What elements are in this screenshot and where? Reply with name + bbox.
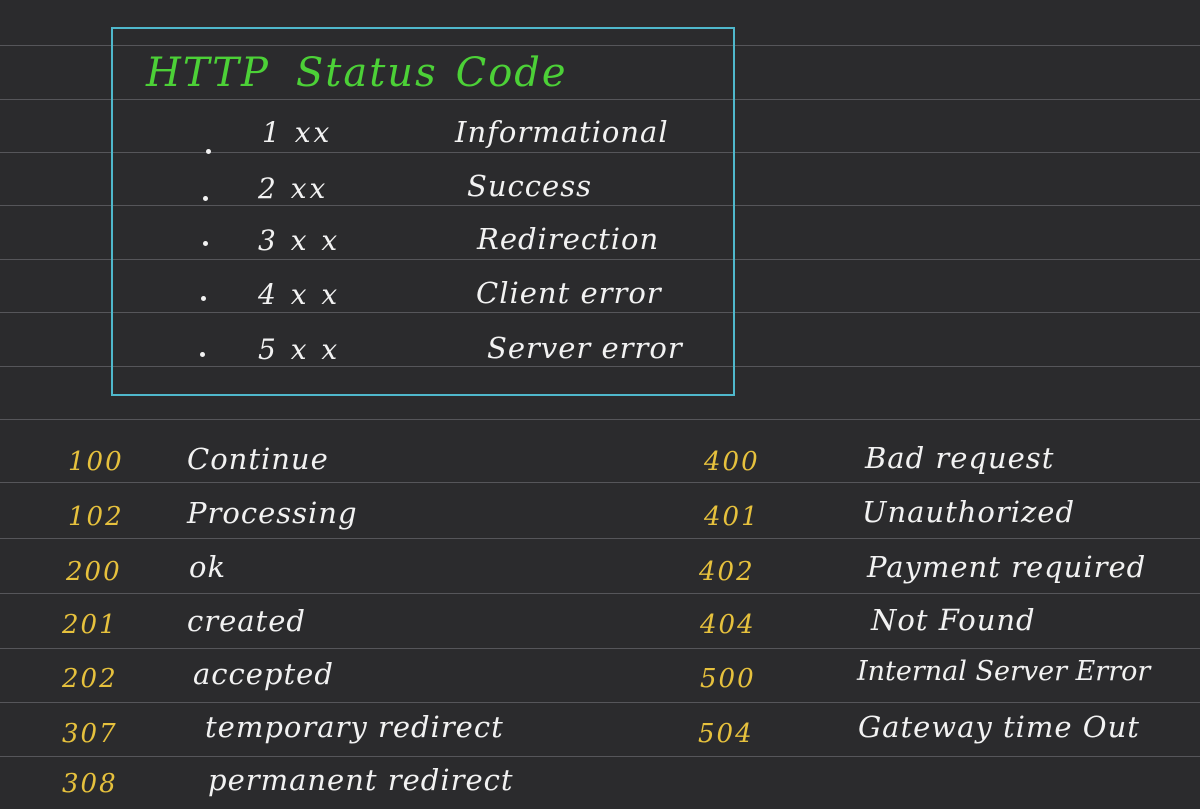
title-word-http: HTTP <box>146 50 270 96</box>
status-description: temporary redirect <box>205 710 504 744</box>
status-code: 201 <box>62 610 118 640</box>
ruled-line <box>0 702 1200 703</box>
status-description: Bad request <box>865 441 1055 475</box>
status-code: 102 <box>68 502 124 532</box>
title-word-code: Code <box>455 50 568 96</box>
class-name: Server error <box>487 331 683 365</box>
class-name: Redirection <box>477 222 660 256</box>
status-description: ok <box>189 550 227 584</box>
class-code: 5 x x <box>258 333 341 366</box>
status-code: 100 <box>68 447 124 477</box>
bullet-dot <box>201 296 206 301</box>
ruled-line <box>0 648 1200 649</box>
status-code: 402 <box>699 557 755 587</box>
status-code: 307 <box>62 719 118 749</box>
notebook-canvas: HTTP Status Code 1 xx Informational 2 xx S… <box>0 0 1200 809</box>
class-code: 3 x x <box>258 224 341 257</box>
status-description: Continue <box>187 442 329 476</box>
bullet-dot <box>206 149 211 154</box>
status-code: 500 <box>700 664 756 694</box>
status-description: Gateway time Out <box>858 710 1140 744</box>
bullet-dot <box>203 196 208 201</box>
class-name: Client error <box>476 276 662 310</box>
class-code: 1 xx <box>262 116 333 149</box>
status-code: 202 <box>62 664 118 694</box>
class-code: 2 xx <box>258 172 329 205</box>
status-code: 400 <box>704 447 760 477</box>
title-word-status: Status <box>295 50 438 96</box>
status-code: 404 <box>700 610 756 640</box>
status-description: permanent redirect <box>208 763 514 797</box>
bullet-dot <box>203 241 208 246</box>
status-description: Not Found <box>871 603 1036 637</box>
bullet-dot <box>200 352 205 357</box>
board-title: HTTP Status Code <box>146 50 568 96</box>
status-description: created <box>187 604 306 638</box>
ruled-line <box>0 593 1200 594</box>
ruled-line <box>0 538 1200 539</box>
ruled-line <box>0 482 1200 483</box>
status-description: Unauthorized <box>862 495 1076 529</box>
status-code: 504 <box>698 719 754 749</box>
status-description: accepted <box>193 657 334 691</box>
class-name: Success <box>467 169 592 203</box>
status-description: Internal Server Error <box>857 656 1151 687</box>
status-description: Payment required <box>867 550 1147 584</box>
ruled-line <box>0 756 1200 757</box>
status-description: Processing <box>187 496 358 530</box>
status-code: 401 <box>704 502 760 532</box>
class-code: 4 x x <box>258 278 341 311</box>
ruled-line <box>0 419 1200 420</box>
class-name: Informational <box>455 115 669 149</box>
status-code: 200 <box>66 557 122 587</box>
status-code: 308 <box>62 769 118 799</box>
